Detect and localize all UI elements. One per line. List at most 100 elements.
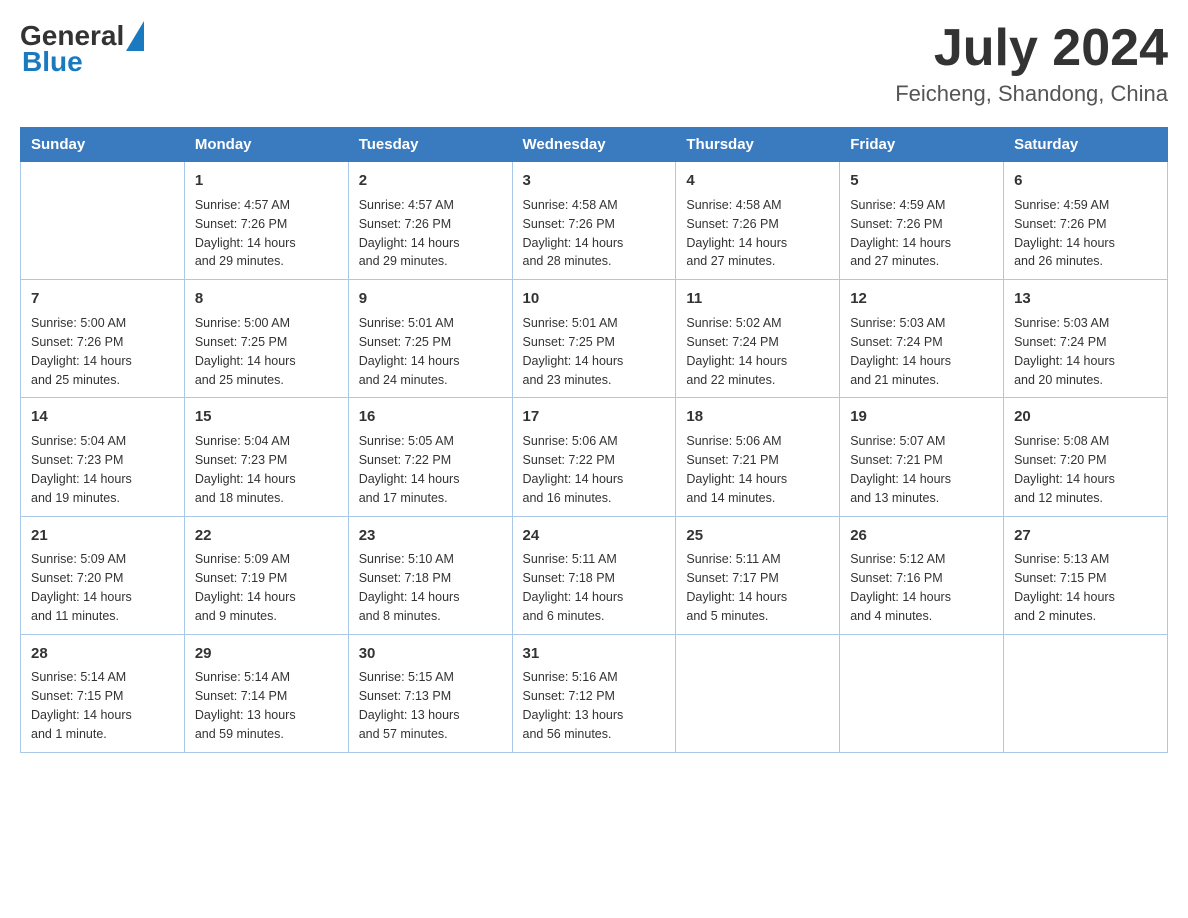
day-info: Sunrise: 5:08 AM Sunset: 7:20 PM Dayligh…	[1014, 434, 1115, 505]
page-title: July 2024	[895, 20, 1168, 77]
calendar-cell: 3Sunrise: 4:58 AM Sunset: 7:26 PM Daylig…	[512, 162, 676, 280]
day-number: 12	[850, 288, 993, 310]
day-number: 25	[686, 525, 829, 547]
day-number: 30	[359, 643, 502, 665]
day-info: Sunrise: 4:58 AM Sunset: 7:26 PM Dayligh…	[686, 198, 787, 269]
day-info: Sunrise: 4:57 AM Sunset: 7:26 PM Dayligh…	[359, 198, 460, 269]
day-info: Sunrise: 4:59 AM Sunset: 7:26 PM Dayligh…	[1014, 198, 1115, 269]
day-info: Sunrise: 5:03 AM Sunset: 7:24 PM Dayligh…	[850, 316, 951, 387]
calendar-table: SundayMondayTuesdayWednesdayThursdayFrid…	[20, 127, 1168, 753]
calendar-cell: 6 Sunrise: 4:59 AM Sunset: 7:26 PM Daylig…	[1004, 162, 1168, 280]
day-info: Sunrise: 5:13 AM Sunset: 7:15 PM Dayligh…	[1014, 552, 1115, 623]
calendar-cell: 14 Sunrise: 5:04 AM Sunset: 7:23 PM Dayli…	[21, 398, 185, 516]
day-info: Sunrise: 5:06 AM Sunset: 7:22 PM Dayligh…	[523, 434, 624, 505]
day-info: Sunrise: 5:14 AM Sunset: 7:14 PM Dayligh…	[195, 670, 296, 741]
day-number: 27	[1014, 525, 1157, 547]
day-number: 21	[31, 525, 174, 547]
calendar-cell: 17 Sunrise: 5:06 AM Sunset: 7:22 PM Dayli…	[512, 398, 676, 516]
day-number: 6	[1014, 170, 1157, 192]
calendar-cell: 11 Sunrise: 5:02 AM Sunset: 7:24 PM Dayli…	[676, 280, 840, 398]
calendar-cell: 4 Sunrise: 4:58 AM Sunset: 7:26 PM Daylig…	[676, 162, 840, 280]
calendar-header-thursday: Thursday	[676, 128, 840, 162]
day-number: 14	[31, 406, 174, 428]
calendar-cell: 31 Sunrise: 5:16 AM Sunset: 7:12 PM Dayli…	[512, 634, 676, 752]
day-info: Sunrise: 5:07 AM Sunset: 7:21 PM Dayligh…	[850, 434, 951, 505]
day-number: 8	[195, 288, 338, 310]
day-info: Sunrise: 5:00 AM Sunset: 7:26 PM Dayligh…	[31, 316, 132, 387]
day-number: 19	[850, 406, 993, 428]
day-number: 7	[31, 288, 174, 310]
calendar-week-row: 21 Sunrise: 5:09 AM Sunset: 7:20 PM Dayli…	[21, 516, 1168, 634]
day-info: Sunrise: 4:57 AM Sunset: 7:26 PM Dayligh…	[195, 198, 296, 269]
day-number: 31	[523, 643, 666, 665]
calendar-cell: 25 Sunrise: 5:11 AM Sunset: 7:17 PM Dayli…	[676, 516, 840, 634]
calendar-cell: 12 Sunrise: 5:03 AM Sunset: 7:24 PM Dayli…	[840, 280, 1004, 398]
calendar-header-monday: Monday	[184, 128, 348, 162]
calendar-cell: 7 Sunrise: 5:00 AM Sunset: 7:26 PM Daylig…	[21, 280, 185, 398]
day-info: Sunrise: 5:14 AM Sunset: 7:15 PM Dayligh…	[31, 670, 132, 741]
day-info: Sunrise: 5:04 AM Sunset: 7:23 PM Dayligh…	[195, 434, 296, 505]
day-number: 18	[686, 406, 829, 428]
calendar-cell: 24Sunrise: 5:11 AM Sunset: 7:18 PM Dayli…	[512, 516, 676, 634]
day-number: 10	[523, 288, 666, 310]
calendar-week-row: 14 Sunrise: 5:04 AM Sunset: 7:23 PM Dayli…	[21, 398, 1168, 516]
day-number: 2	[359, 170, 502, 192]
calendar-cell: 21 Sunrise: 5:09 AM Sunset: 7:20 PM Dayli…	[21, 516, 185, 634]
day-info: Sunrise: 5:02 AM Sunset: 7:24 PM Dayligh…	[686, 316, 787, 387]
calendar-cell: 8 Sunrise: 5:00 AM Sunset: 7:25 PM Daylig…	[184, 280, 348, 398]
day-info: Sunrise: 5:01 AM Sunset: 7:25 PM Dayligh…	[359, 316, 460, 387]
day-info: Sunrise: 5:15 AM Sunset: 7:13 PM Dayligh…	[359, 670, 460, 741]
day-info: Sunrise: 5:11 AM Sunset: 7:17 PM Dayligh…	[686, 552, 787, 623]
calendar-header-row: SundayMondayTuesdayWednesdayThursdayFrid…	[21, 128, 1168, 162]
calendar-cell: 20 Sunrise: 5:08 AM Sunset: 7:20 PM Dayli…	[1004, 398, 1168, 516]
day-number: 17	[523, 406, 666, 428]
day-info: Sunrise: 5:09 AM Sunset: 7:19 PM Dayligh…	[195, 552, 296, 623]
page-subtitle: Feicheng, Shandong, China	[895, 81, 1168, 107]
calendar-cell: 10 Sunrise: 5:01 AM Sunset: 7:25 PM Dayli…	[512, 280, 676, 398]
calendar-cell: 22 Sunrise: 5:09 AM Sunset: 7:19 PM Dayli…	[184, 516, 348, 634]
day-number: 9	[359, 288, 502, 310]
day-number: 1	[195, 170, 338, 192]
calendar-cell: 28 Sunrise: 5:14 AM Sunset: 7:15 PM Dayli…	[21, 634, 185, 752]
calendar-cell: 30 Sunrise: 5:15 AM Sunset: 7:13 PM Dayli…	[348, 634, 512, 752]
day-number: 23	[359, 525, 502, 547]
day-number: 20	[1014, 406, 1157, 428]
logo: General Blue	[20, 20, 146, 78]
day-info: Sunrise: 5:10 AM Sunset: 7:18 PM Dayligh…	[359, 552, 460, 623]
calendar-cell: 23 Sunrise: 5:10 AM Sunset: 7:18 PM Dayli…	[348, 516, 512, 634]
calendar-cell: 2 Sunrise: 4:57 AM Sunset: 7:26 PM Daylig…	[348, 162, 512, 280]
day-info: Sunrise: 5:06 AM Sunset: 7:21 PM Dayligh…	[686, 434, 787, 505]
day-number: 16	[359, 406, 502, 428]
calendar-header-friday: Friday	[840, 128, 1004, 162]
calendar-cell: 13Sunrise: 5:03 AM Sunset: 7:24 PM Dayli…	[1004, 280, 1168, 398]
calendar-cell: 15 Sunrise: 5:04 AM Sunset: 7:23 PM Dayli…	[184, 398, 348, 516]
day-info: Sunrise: 5:16 AM Sunset: 7:12 PM Dayligh…	[523, 670, 624, 741]
calendar-cell: 18 Sunrise: 5:06 AM Sunset: 7:21 PM Dayli…	[676, 398, 840, 516]
calendar-cell	[21, 162, 185, 280]
calendar-header-tuesday: Tuesday	[348, 128, 512, 162]
calendar-cell: 5Sunrise: 4:59 AM Sunset: 7:26 PM Daylig…	[840, 162, 1004, 280]
day-number: 28	[31, 643, 174, 665]
calendar-cell	[840, 634, 1004, 752]
calendar-cell: 27 Sunrise: 5:13 AM Sunset: 7:15 PM Dayli…	[1004, 516, 1168, 634]
day-number: 15	[195, 406, 338, 428]
calendar-header-sunday: Sunday	[21, 128, 185, 162]
page-header: General Blue July 2024 Feicheng, Shandon…	[20, 20, 1168, 107]
day-number: 11	[686, 288, 829, 310]
day-info: Sunrise: 5:00 AM Sunset: 7:25 PM Dayligh…	[195, 316, 296, 387]
day-number: 4	[686, 170, 829, 192]
calendar-week-row: 28 Sunrise: 5:14 AM Sunset: 7:15 PM Dayli…	[21, 634, 1168, 752]
day-info: Sunrise: 5:01 AM Sunset: 7:25 PM Dayligh…	[523, 316, 624, 387]
day-info: Sunrise: 5:04 AM Sunset: 7:23 PM Dayligh…	[31, 434, 132, 505]
calendar-cell: 19 Sunrise: 5:07 AM Sunset: 7:21 PM Dayli…	[840, 398, 1004, 516]
day-number: 29	[195, 643, 338, 665]
calendar-week-row: 1 Sunrise: 4:57 AM Sunset: 7:26 PM Daylig…	[21, 162, 1168, 280]
title-block: July 2024 Feicheng, Shandong, China	[895, 20, 1168, 107]
day-info: Sunrise: 5:09 AM Sunset: 7:20 PM Dayligh…	[31, 552, 132, 623]
calendar-week-row: 7 Sunrise: 5:00 AM Sunset: 7:26 PM Daylig…	[21, 280, 1168, 398]
day-number: 22	[195, 525, 338, 547]
calendar-body: 1 Sunrise: 4:57 AM Sunset: 7:26 PM Daylig…	[21, 162, 1168, 753]
day-info: Sunrise: 5:11 AM Sunset: 7:18 PM Dayligh…	[523, 552, 624, 623]
calendar-cell: 29 Sunrise: 5:14 AM Sunset: 7:14 PM Dayli…	[184, 634, 348, 752]
calendar-cell: 16Sunrise: 5:05 AM Sunset: 7:22 PM Dayli…	[348, 398, 512, 516]
